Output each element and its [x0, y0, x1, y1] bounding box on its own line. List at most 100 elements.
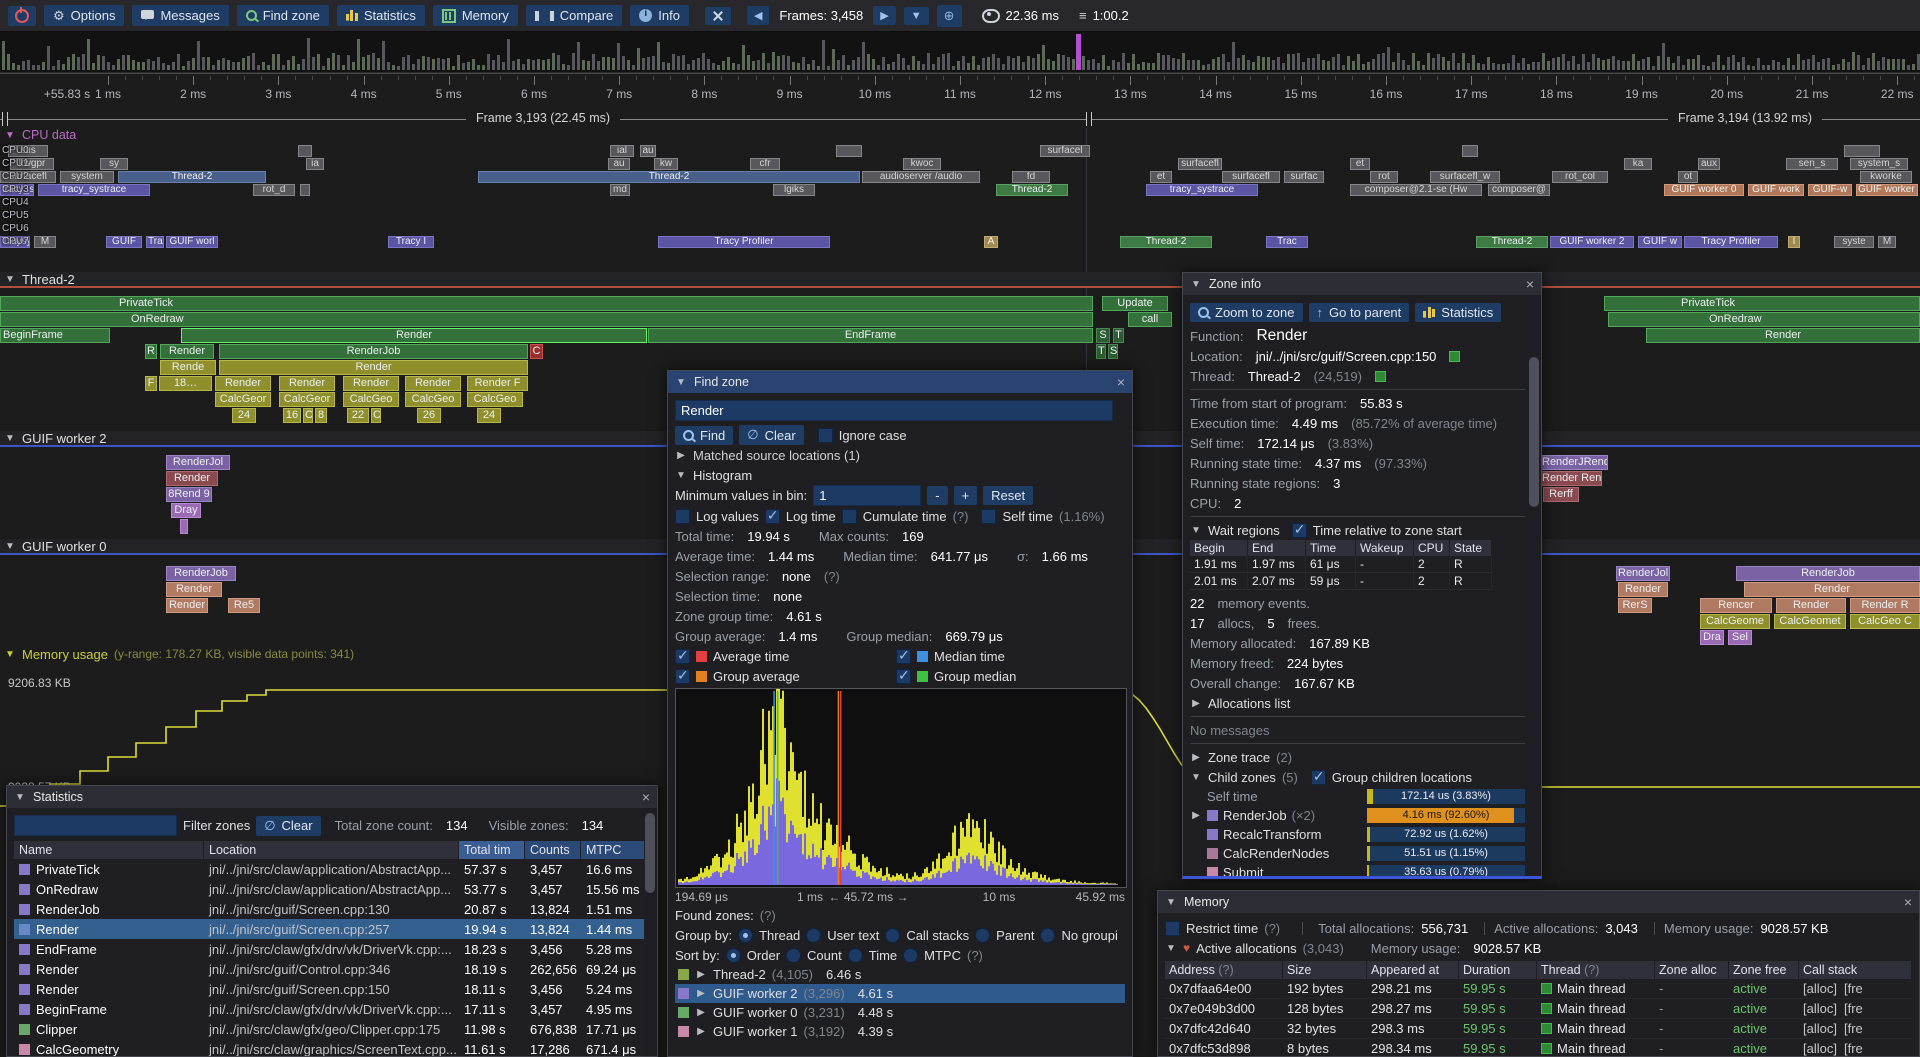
wait-column-header[interactable]: Time	[1306, 540, 1356, 556]
cpu-zone[interactable]: Tracy I	[388, 236, 434, 248]
scrollbar-thumb[interactable]	[1529, 357, 1539, 507]
cpu-zone[interactable]: surfacel	[1040, 145, 1090, 157]
allocation-row[interactable]: 0x7dfc42d64032 bytes298.3 ms59.95 sMain …	[1165, 1019, 1912, 1039]
time-ruler[interactable]: +55.83 s1 ms2 ms3 ms4 ms5 ms6 ms7 ms8 ms…	[0, 73, 1920, 110]
column-header[interactable]: MTPC	[581, 841, 652, 859]
log-time-checkbox[interactable]	[765, 509, 780, 524]
radio-order[interactable]	[726, 948, 741, 963]
allocation-row[interactable]: 0x7dfaa64e00192 bytes298.21 ms59.95 sMai…	[1165, 979, 1912, 999]
column-header[interactable]: Location	[204, 841, 459, 859]
table-row[interactable]: Renderjni/../jni/src/guif/Control.cpp:34…	[14, 959, 650, 979]
cpu-zone[interactable]: Thread-2	[478, 171, 860, 183]
table-row[interactable]: Renderjni/../jni/src/guif/Screen.cpp:257…	[14, 919, 650, 939]
timeline-zone[interactable]: S	[1108, 344, 1118, 359]
alloc-link[interactable]: [alloc]	[1803, 1041, 1837, 1056]
timeline-zone[interactable]: Render	[405, 376, 461, 391]
timeline-zone[interactable]: RenderJol	[166, 455, 230, 470]
close-icon[interactable]: ×	[1904, 894, 1912, 910]
timeline-zone[interactable]: Sel	[1728, 630, 1752, 645]
timeline-zone[interactable]: CalcGeor	[215, 392, 271, 407]
timeline-zone[interactable]: RenderJob	[166, 566, 236, 581]
timeline-zone[interactable]: PrivateTick	[0, 296, 1093, 311]
free-link[interactable]: [fre	[1844, 1041, 1863, 1056]
table-row[interactable]: Renderjni/../jni/src/guif/Screen.cpp:150…	[14, 979, 650, 999]
column-header[interactable]: Zone alloc	[1655, 961, 1729, 979]
statistics-button[interactable]: Statistics	[1415, 303, 1501, 322]
cpu-zone[interactable]: rot	[1370, 171, 1398, 183]
close-icon[interactable]: ×	[1526, 276, 1534, 292]
collapse-arrow-icon[interactable]: ▼	[1165, 943, 1177, 954]
expand-arrow-icon[interactable]: ▶	[1190, 752, 1202, 763]
expand-arrow-icon[interactable]: ▶	[1190, 698, 1202, 709]
zone-group-row[interactable]: ▶Thread-2(4,105)6.46 s	[675, 965, 1125, 984]
child-zone-row[interactable]: CalcRenderNodes51.51 us (1.15%)	[1190, 844, 1525, 863]
cpu-zone[interactable]: Tracy Profiler	[658, 236, 830, 248]
cpu-zone[interactable]: syste	[1834, 236, 1874, 248]
timeline-zone[interactable]: Render	[1618, 582, 1668, 597]
cpu-zone[interactable]	[1844, 145, 1880, 157]
timeline-zone[interactable]: 16	[283, 408, 301, 423]
find-button[interactable]: Find	[675, 426, 733, 445]
column-header[interactable]: Name	[14, 841, 204, 859]
child-zone-row[interactable]: ▶RenderJob(×2)4.16 ms (92.60%)	[1190, 806, 1525, 825]
timeline-zone[interactable]: Dra	[1700, 630, 1724, 645]
radio-count[interactable]	[786, 948, 801, 963]
column-header[interactable]: Counts	[525, 841, 581, 859]
cpu-zone[interactable]: ial	[610, 145, 634, 157]
timeline-zone[interactable]: Render F	[467, 376, 528, 391]
cpu-zone[interactable]: rot_col	[1552, 171, 1608, 183]
timeline-zone[interactable]	[180, 519, 188, 534]
cpu-zone[interactable]: composer@2.1-se (Hw	[1350, 184, 1482, 196]
zone-group-row[interactable]: ▶GUIF worker 0(3,231)4.48 s	[675, 1003, 1125, 1022]
timeline-zone[interactable]: CalcGeo	[405, 392, 461, 407]
timeline-zone[interactable]: EndFrame	[648, 328, 1093, 343]
expand-arrow-icon[interactable]: ▶	[675, 450, 687, 461]
timeline-zone[interactable]: Render	[1776, 598, 1846, 613]
timeline-zone[interactable]: Dray	[171, 503, 201, 518]
statistics-button[interactable]: Statistics	[337, 5, 425, 26]
thread2-header[interactable]: ▼ Thread-2	[0, 272, 1920, 288]
cpu-zone[interactable]: I	[1788, 236, 1800, 248]
cpu-zone[interactable]: kwoc	[903, 158, 941, 170]
cpu-zone[interactable]: ka	[1624, 158, 1652, 170]
source-marker[interactable]	[1449, 351, 1460, 362]
timeline-zone[interactable]: CalcGeo	[343, 392, 399, 407]
zone-group-row[interactable]: ▶GUIF worker 2(3,296)4.61 s	[675, 984, 1125, 1003]
go-to-parent-button[interactable]: ↑Go to parent	[1309, 303, 1410, 322]
cpu-zone[interactable]: aux	[1698, 158, 1720, 170]
cpu-zone[interactable]: Thread-2	[996, 184, 1068, 196]
timeline-zone[interactable]: CalcGeor	[279, 392, 335, 407]
timeline-zone[interactable]: C	[530, 344, 543, 359]
column-header[interactable]: Address (?)	[1165, 961, 1283, 979]
timeline-zone[interactable]: call	[1128, 312, 1172, 327]
cpu-zone[interactable]	[300, 184, 310, 196]
find-zone-search-input[interactable]	[675, 400, 1113, 421]
cpu-data-header[interactable]: ▼ CPU data	[4, 128, 76, 142]
timeline-zone[interactable]: R	[145, 344, 157, 359]
timeline-zone[interactable]: CalcGeo C	[1850, 614, 1920, 629]
table-row[interactable]: Clipperjni/../jni/src/claw/gfx/geo/Clipp…	[14, 1019, 650, 1039]
timeline-zone[interactable]: Update	[1102, 296, 1168, 311]
timeline-zone[interactable]: RenderJob	[219, 344, 528, 359]
timeline-zone[interactable]: Render	[279, 376, 335, 391]
min-bin-input[interactable]	[813, 485, 921, 506]
find-zone-titlebar[interactable]: ▼ Find zone ×	[668, 371, 1132, 393]
wait-column-header[interactable]: State	[1450, 540, 1492, 556]
timeline-zone[interactable]: Render	[166, 582, 222, 597]
column-header[interactable]: Thread (?)	[1537, 961, 1655, 979]
clear-filter-button[interactable]: ∅Clear	[256, 816, 320, 836]
cpu-zone[interactable]: lgiks	[773, 184, 815, 196]
timeline-zone[interactable]: 24	[477, 408, 501, 423]
decrease-button[interactable]: -	[927, 486, 947, 505]
cpu-zone[interactable]: sen_s	[1786, 158, 1838, 170]
cpu-zone[interactable]: rot_d	[253, 184, 295, 196]
cumulate-time-checkbox[interactable]	[842, 509, 857, 524]
restrict-time-checkbox[interactable]	[1165, 921, 1180, 936]
alloc-link[interactable]: [alloc]	[1803, 981, 1837, 996]
timeline-zone[interactable]: 24	[232, 408, 256, 423]
cpu-zone[interactable]: surfac	[1284, 171, 1324, 183]
next-frame-button[interactable]: ▶	[873, 6, 895, 25]
table-row[interactable]: CalcGeometryjni/../jni/src/claw/graphics…	[14, 1039, 650, 1056]
increase-button[interactable]: +	[954, 486, 978, 505]
legend-checkbox[interactable]	[896, 649, 911, 664]
